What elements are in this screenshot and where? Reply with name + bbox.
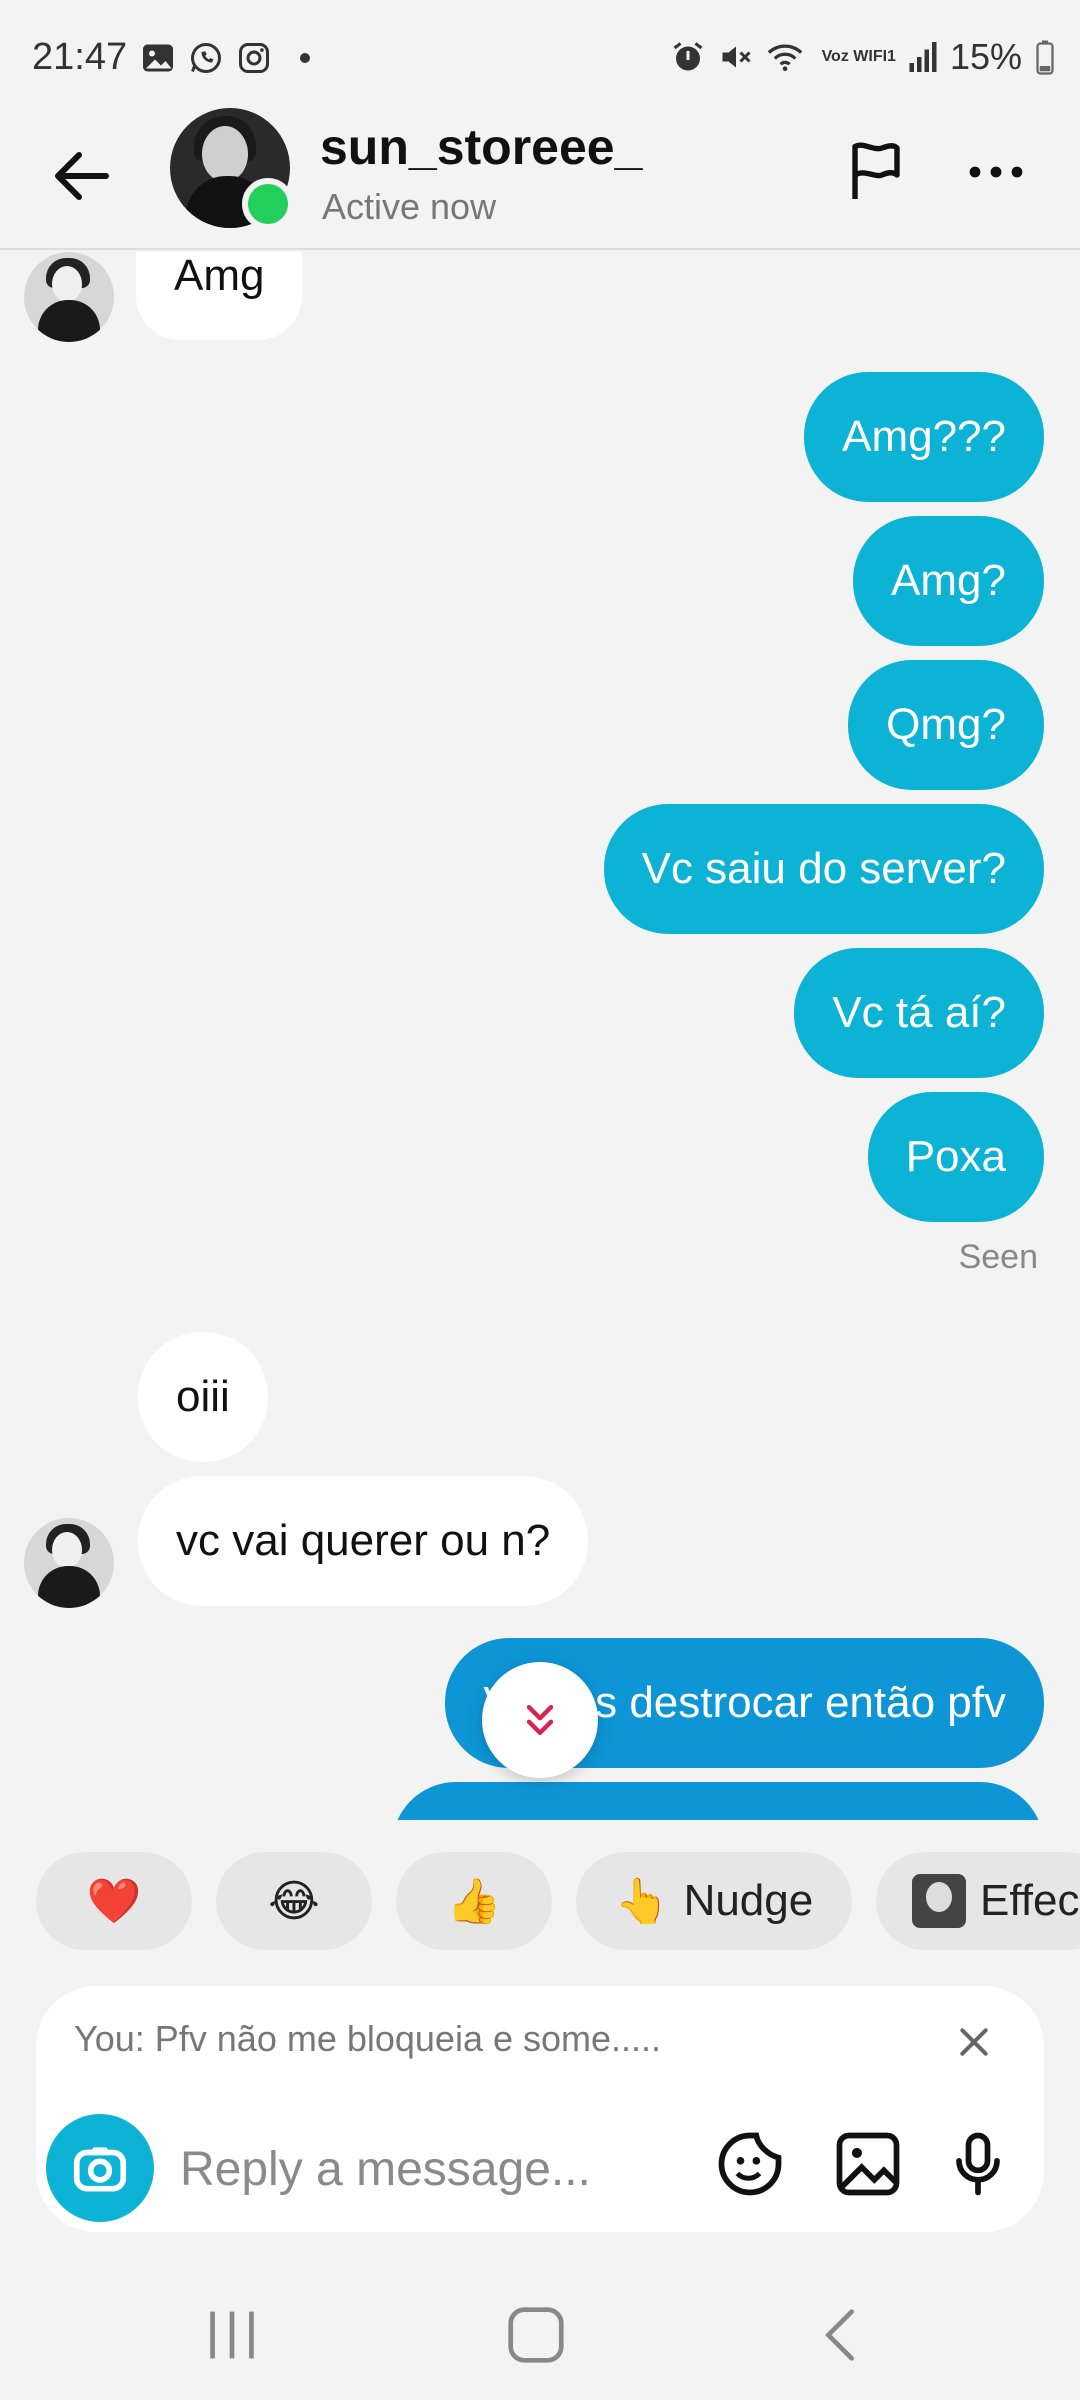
message-thread[interactable]: Amg Amg??? Amg? Qmg? Vc saiu do server? … xyxy=(0,252,1080,1820)
sender-avatar[interactable] xyxy=(24,1518,114,1608)
battery-percent: 15% xyxy=(949,36,1022,77)
camera-icon xyxy=(73,2147,127,2192)
message-composer: You: Pfv não me bloqueia e some..... xyxy=(36,1986,1044,2232)
message-text: Amg xyxy=(174,252,265,300)
scroll-to-bottom-button[interactable] xyxy=(482,1662,598,1778)
reaction-thumbs-up[interactable]: 👍 xyxy=(396,1852,552,1950)
message-text: Qmg? xyxy=(886,700,1006,749)
sticker-icon[interactable] xyxy=(712,2126,788,2202)
message-outgoing[interactable]: Amg??? xyxy=(804,372,1044,502)
recent-apps-icon[interactable] xyxy=(192,2300,272,2370)
wifi-calling-icon xyxy=(767,44,802,72)
system-navigation-bar xyxy=(0,2270,1080,2400)
message-text: Amg??? xyxy=(842,412,1006,461)
double-chevron-down-icon xyxy=(526,1704,554,1736)
message-text: oiii xyxy=(176,1372,230,1421)
seen-receipt: Seen xyxy=(958,1238,1038,1276)
message-outgoing-partial[interactable] xyxy=(392,1782,1044,1820)
flag-icon[interactable] xyxy=(840,136,912,208)
gallery-icon xyxy=(143,44,173,72)
back-nav-icon[interactable] xyxy=(800,2300,880,2370)
reaction-laugh[interactable]: 😂 xyxy=(216,1852,372,1950)
camera-button[interactable] xyxy=(46,2114,154,2222)
message-text: Vc saiu do server? xyxy=(641,844,1006,893)
alarm-icon xyxy=(673,42,702,71)
effects-button[interactable]: Effec xyxy=(876,1852,1080,1950)
message-incoming[interactable]: oiii xyxy=(138,1332,268,1462)
instagram-icon xyxy=(239,43,269,73)
message-outgoing[interactable]: Vc saiu do server? xyxy=(603,804,1044,934)
message-outgoing[interactable]: Vc tá aí? xyxy=(794,948,1044,1078)
message-text: Poxa xyxy=(905,1132,1006,1181)
battery-icon xyxy=(1036,40,1054,75)
contact-username[interactable]: sun_storeee_ xyxy=(320,118,642,176)
more-options-icon[interactable] xyxy=(960,136,1032,208)
sender-avatar[interactable] xyxy=(24,252,114,342)
system-indicators: Voz WIFI1 15% xyxy=(670,36,1056,78)
nudge-label: Nudge xyxy=(683,1876,814,1925)
more-notifications-dot xyxy=(300,53,310,63)
wifi-label: Voz WIFI1 xyxy=(821,48,896,65)
chat-header: sun_storeee_ Active now xyxy=(0,100,1080,250)
message-text: Amg? xyxy=(891,556,1006,605)
notification-icons xyxy=(140,40,310,76)
laughing-emoji: 😂 xyxy=(268,1876,320,1926)
contact-status: Active now xyxy=(322,186,497,227)
message-outgoing[interactable]: Amg? xyxy=(853,516,1044,646)
signal-icon xyxy=(909,42,937,72)
message-text: Vc tá aí? xyxy=(832,988,1006,1037)
reaction-heart[interactable]: ❤️ xyxy=(36,1852,192,1950)
heart-emoji: ❤️ xyxy=(86,1877,142,1926)
message-incoming[interactable]: Amg xyxy=(136,252,303,340)
message-outgoing[interactable]: Poxa xyxy=(867,1092,1044,1222)
message-text: vc vai querer ou n? xyxy=(176,1516,551,1565)
back-arrow-icon[interactable] xyxy=(46,140,118,212)
status-time: 21:47 xyxy=(32,36,128,78)
microphone-icon[interactable] xyxy=(940,2126,1016,2202)
message-incoming[interactable]: vc vai querer ou n? xyxy=(138,1476,589,1606)
message-outgoing[interactable]: Qmg? xyxy=(848,660,1044,790)
quick-reactions-row: ❤️ 😂 👍 👆 Nudge Effec xyxy=(0,1852,1080,1952)
nudge-button[interactable]: 👆 Nudge xyxy=(576,1852,852,1950)
effects-label: Effec xyxy=(980,1876,1080,1925)
home-icon[interactable] xyxy=(496,2300,576,2370)
whatsapp-icon xyxy=(191,43,221,73)
online-indicator xyxy=(242,178,294,230)
message-input[interactable] xyxy=(180,2124,680,2214)
thumbs-up-emoji: 👍 xyxy=(446,1877,502,1926)
pointing-hand-emoji: 👆 xyxy=(614,1877,670,1926)
effect-thumbnail-icon xyxy=(912,1874,966,1928)
reply-preview: You: Pfv não me bloqueia e some..... xyxy=(74,2018,662,2059)
close-icon[interactable] xyxy=(954,2022,994,2062)
mute-icon xyxy=(722,46,751,68)
gallery-icon[interactable] xyxy=(830,2126,906,2202)
